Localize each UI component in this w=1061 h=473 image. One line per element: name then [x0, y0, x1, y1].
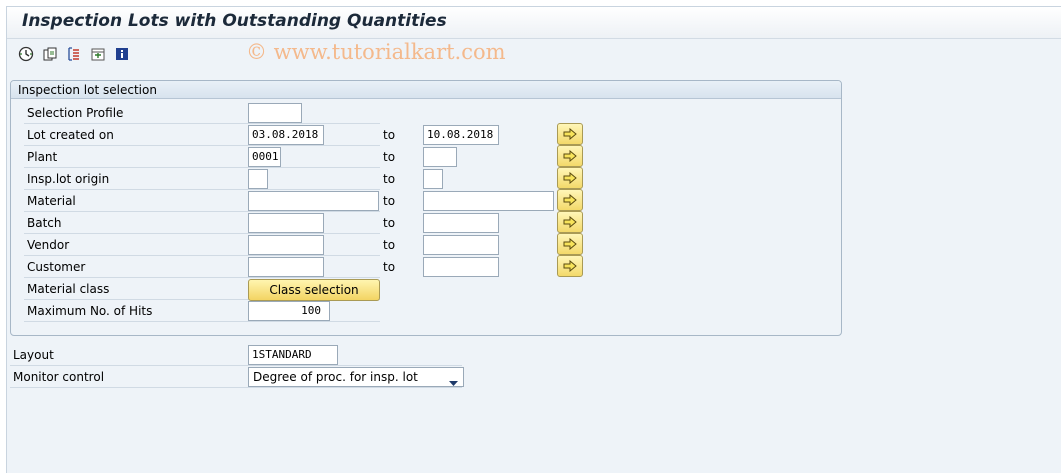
vendor-to-input[interactable] — [423, 235, 499, 255]
material-to-input[interactable] — [423, 191, 554, 211]
batch-label: Batch — [27, 216, 62, 230]
layout-input[interactable]: 1STANDARD — [248, 345, 338, 365]
row-divider — [24, 321, 380, 322]
lot-created-on-to-input[interactable]: 10.08.2018 — [423, 125, 499, 145]
plant-from-input[interactable]: 0001 — [248, 147, 281, 167]
max-hits-input[interactable]: 100 — [248, 301, 330, 321]
insp-lot-origin-label: Insp.lot origin — [27, 172, 110, 186]
class-selection-button[interactable]: Class selection — [248, 279, 380, 301]
group-title: Inspection lot selection — [18, 83, 157, 97]
page-title: Inspection Lots with Outstanding Quantit… — [22, 11, 447, 31]
arrow-right-icon — [563, 128, 577, 140]
row-divider — [24, 277, 380, 278]
material-label: Material — [27, 194, 76, 208]
to-label: to — [383, 128, 396, 142]
row-divider — [24, 145, 380, 146]
monitor-control-label: Monitor control — [13, 370, 105, 384]
insp-lot-origin-to-input[interactable] — [423, 169, 443, 189]
row-divider — [24, 167, 380, 168]
to-label: to — [383, 216, 396, 230]
customer-multiple-selection-button[interactable] — [557, 255, 583, 277]
lot-created-on-multiple-selection-button[interactable] — [557, 123, 583, 145]
material-from-input[interactable] — [248, 191, 379, 211]
application-toolbar — [7, 40, 1061, 70]
monitor-control-value: Degree of proc. for insp. lot — [253, 370, 418, 384]
plant-to-input[interactable] — [423, 147, 457, 167]
customer-to-input[interactable] — [423, 257, 499, 277]
lot-created-on-label: Lot created on — [27, 128, 114, 142]
information-icon[interactable] — [114, 46, 130, 62]
customer-label: Customer — [27, 260, 86, 274]
material-multiple-selection-button[interactable] — [557, 189, 583, 211]
batch-from-input[interactable] — [248, 213, 324, 233]
row-divider — [10, 387, 462, 388]
selection-profile-label: Selection Profile — [27, 106, 124, 120]
watermark: © www.tutorialkart.com — [246, 40, 506, 64]
vendor-from-input[interactable] — [248, 235, 324, 255]
arrow-right-icon — [563, 260, 577, 272]
row-divider — [24, 123, 380, 124]
monitor-control-dropdown[interactable]: Degree of proc. for insp. lot — [248, 367, 464, 387]
arrow-right-icon — [563, 172, 577, 184]
vendor-label: Vendor — [27, 238, 70, 252]
to-label: to — [383, 150, 396, 164]
arrow-right-icon — [563, 150, 577, 162]
to-label: to — [383, 172, 396, 186]
plant-label: Plant — [27, 150, 58, 164]
to-label: to — [383, 238, 396, 252]
row-divider — [24, 233, 380, 234]
to-label: to — [383, 260, 396, 274]
customer-from-input[interactable] — [248, 257, 324, 277]
row-divider — [10, 365, 462, 366]
execute-icon[interactable] — [18, 46, 34, 62]
dynamic-selection-icon[interactable] — [66, 46, 82, 62]
batch-multiple-selection-button[interactable] — [557, 211, 583, 233]
chevron-down-icon — [449, 374, 458, 392]
row-divider — [24, 255, 380, 256]
arrow-right-icon — [563, 194, 577, 206]
insp-lot-origin-multiple-selection-button[interactable] — [557, 167, 583, 189]
get-variant-icon[interactable] — [42, 46, 58, 62]
batch-to-input[interactable] — [423, 213, 499, 233]
layout-label: Layout — [13, 348, 54, 362]
arrow-right-icon — [563, 238, 577, 250]
selection-profile-input[interactable] — [248, 103, 302, 123]
row-divider — [24, 211, 380, 212]
lot-created-on-from-input[interactable]: 03.08.2018 — [248, 125, 324, 145]
to-label: to — [383, 194, 396, 208]
max-hits-label: Maximum No. of Hits — [27, 304, 153, 318]
arrow-right-icon — [563, 216, 577, 228]
row-divider — [24, 189, 380, 190]
material-class-label: Material class — [27, 282, 110, 296]
plant-multiple-selection-button[interactable] — [557, 145, 583, 167]
selection-options-icon[interactable] — [90, 46, 106, 62]
insp-lot-origin-from-input[interactable] — [248, 169, 268, 189]
vendor-multiple-selection-button[interactable] — [557, 233, 583, 255]
